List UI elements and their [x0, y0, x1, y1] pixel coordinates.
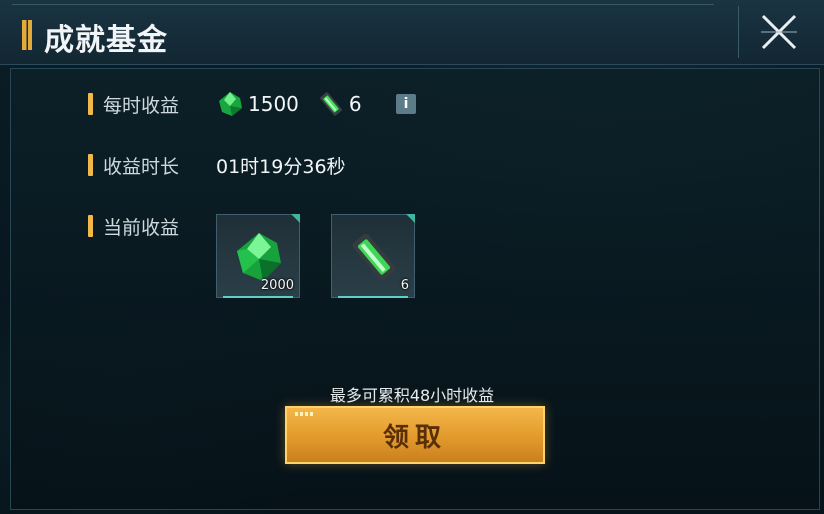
reward-qty-crystal: 6 — [400, 278, 409, 293]
green-gem-icon — [219, 92, 242, 116]
slot-underline — [223, 296, 293, 298]
accumulation-hint: 最多可累积48小时收益 — [329, 386, 495, 405]
hourly-crystal-amount: 6 — [348, 92, 362, 116]
current-income-label: 当前收益 — [88, 214, 180, 239]
green-gem-icon — [237, 233, 281, 281]
label-bar-icon — [88, 93, 93, 115]
title-edge-line — [12, 4, 714, 5]
reward-slot-crystal[interactable]: 6 — [331, 214, 415, 298]
duration-value: 01时19分36秒 — [216, 156, 346, 178]
claim-button[interactable]: 领取 — [285, 406, 545, 464]
info-icon[interactable]: i — [396, 94, 416, 114]
reward-qty-gem: 2000 — [260, 278, 294, 293]
hourly-gem-amount: 1500 — [248, 92, 299, 116]
claim-button-label: 领取 — [382, 422, 447, 453]
slot-corner — [291, 214, 300, 223]
close-icon — [761, 14, 797, 50]
slot-underline — [338, 296, 408, 298]
green-crystal-icon — [352, 233, 396, 281]
slot-corner — [406, 214, 415, 223]
close-button[interactable] — [738, 6, 819, 58]
hourly-income-text: 每时收益 — [103, 94, 180, 117]
duration-text: 收益时长 — [103, 155, 180, 178]
label-bar-icon — [88, 215, 93, 237]
hourly-income-values: 1500 6 — [216, 90, 380, 118]
page-title: 成就基金 — [44, 23, 168, 58]
green-crystal-icon — [320, 92, 342, 116]
label-bar-icon — [88, 154, 93, 176]
current-income-text: 当前收益 — [103, 216, 180, 239]
duration-label: 收益时长 — [88, 153, 180, 178]
hourly-income-label: 每时收益 — [88, 92, 180, 117]
reward-slot-gem[interactable]: 2000 — [216, 214, 300, 298]
title-bar: 成就基金 — [0, 0, 824, 65]
title-accent-icon — [22, 20, 32, 50]
button-notch — [295, 412, 313, 416]
